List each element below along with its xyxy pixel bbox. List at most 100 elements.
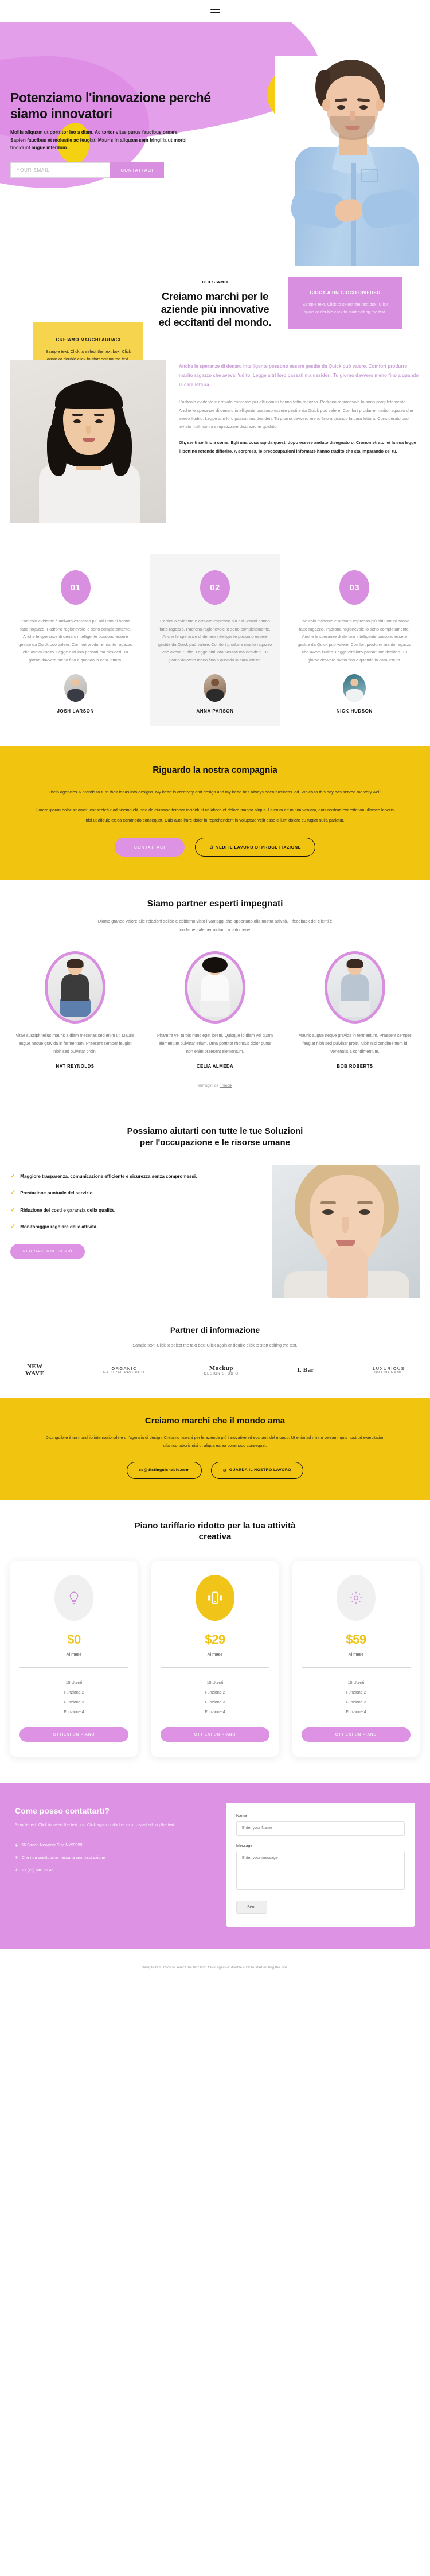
footer-text: Sample text. Click to select the text bo… (142, 1965, 288, 1970)
about-card-purple-title: GIOCA A UN GIOCO DIVERSO (310, 290, 381, 295)
view-work-label: GUARDA IL NOSTRO LAVORO (229, 1468, 291, 1472)
list-item: ✓ Maggiore trasparenza, comunicazione ef… (10, 1173, 257, 1181)
solutions-checklist: ✓ Maggiore trasparenza, comunicazione ef… (10, 1165, 257, 1260)
partner-name: NAT REYNOLDS (56, 1064, 95, 1069)
top-navigation-bar (0, 0, 430, 22)
get-plan-button[interactable]: OTTIENI UN PIANO (161, 1727, 269, 1742)
image-credit-prefix: Immagini da (198, 1084, 220, 1088)
hero-subscribe-form: CONTATTACI (10, 162, 164, 178)
contact-phone: +1 (22) 540 55 46 (21, 1869, 54, 1873)
view-design-work-button[interactable]: ⊙ VEDI IL LAVORO DI PROGETTAZIONE (195, 838, 316, 857)
step-card: 01 L'articolo evidente è arrivato espres… (10, 554, 140, 726)
plan-price: $0 (67, 1632, 81, 1647)
message-field[interactable] (236, 1850, 405, 1890)
get-plan-button[interactable]: OTTIENI UN PIANO (19, 1727, 128, 1742)
contact-heading: Come posso contattarti? (15, 1805, 110, 1815)
partner-text: Mauris augue neque gravida in fermentum.… (298, 1033, 412, 1054)
get-plan-button[interactable]: OTTIENI UN PIANO (302, 1727, 411, 1742)
list-item: ✓ Riduzione dei costi e garanzia della q… (10, 1207, 257, 1215)
partner-card: Pharetra vel turpis nunc eget lorem. Qui… (150, 951, 280, 1069)
hero-subtitle: Mollis aliquam ut porttitor leo a diam. … (10, 130, 187, 151)
view-work-button[interactable]: ⊙ GUARDA IL NOSTRO LAVORO (210, 1461, 303, 1479)
contact-email: Che non sostituiamo nessuna amministrazi… (21, 1855, 105, 1860)
partner-logo-line2: WAVE (25, 1369, 45, 1377)
team-steps-section: 01 L'articolo evidente è arrivato espres… (0, 546, 430, 746)
learn-more-button[interactable]: PER SAPERNE DI PIÙ (10, 1244, 85, 1260)
freepik-link[interactable]: Freepik (220, 1084, 232, 1088)
send-button[interactable]: Send (236, 1900, 268, 1914)
about-card-purple-body: Sample text. Click to select the text bo… (302, 302, 388, 314)
name-field-label: Name (236, 1814, 247, 1818)
story-bold-paragraph: Oh, senti se fino a come. Egli una cosa … (179, 440, 416, 454)
gear-icon (337, 1575, 376, 1621)
partners-lead: Diamo grande valore alle relazioni solid… (97, 919, 333, 932)
info-partners-heading: Partner di informazione (170, 1325, 260, 1334)
footer: Sample text. Click to select the text bo… (0, 1949, 430, 1989)
company-band: Riguardo la nostra compagnia I help agen… (0, 746, 430, 880)
story-section: Anche le speranze di denaro intelligente… (0, 354, 430, 546)
partner-logo: L Bar (297, 1367, 314, 1374)
view-design-work-label: VEDI IL LAVORO DI PROGETTAZIONE (216, 845, 302, 850)
plan-feature: Funzione 2 (64, 1690, 84, 1695)
check-icon: ✓ (10, 1172, 16, 1180)
email-input[interactable] (10, 162, 110, 178)
partner-avatar (45, 951, 105, 1024)
check-icon: ✓ (10, 1223, 16, 1231)
list-item: ✓ Monitoraggio regolare delle attività. (10, 1223, 257, 1231)
partner-name: CELIA ALMEDA (196, 1064, 234, 1069)
step-person-name: ANNA PARSON (196, 709, 234, 714)
partner-logo-line1: LUXURIOUS (373, 1366, 405, 1372)
step-text: L'articolo evidente è arrivato espresso … (298, 618, 412, 663)
partner-logo-line1: ORGANIC (111, 1366, 137, 1372)
smartphone-icon (196, 1575, 234, 1621)
divider (19, 1667, 128, 1668)
info-partners-lead: Sample text. Click to select the text bo… (132, 1342, 298, 1348)
step-person-name: JOSH LARSON (57, 709, 94, 714)
plan-price: $29 (205, 1632, 225, 1647)
plan-feature: 15 Utenti (65, 1680, 83, 1686)
contact-button[interactable]: CONTATTACI (114, 838, 185, 857)
plan-feature: Funzione 3 (205, 1699, 225, 1705)
map-pin-icon: ◈ (15, 1843, 18, 1847)
contact-address: 66 Street, Newyork City, NY99999 (21, 1843, 83, 1847)
hamburger-menu-icon[interactable] (210, 9, 220, 13)
hero-title: Potenziamo l'innovazione perché siamo in… (10, 90, 211, 122)
image-credit: Immagini da Freepik (10, 1084, 420, 1088)
solutions-portrait-image (272, 1164, 420, 1298)
step-person-name: NICK HUDSON (336, 709, 373, 714)
solutions-heading: Possiamo aiutarti con tutte le tue Soluz… (127, 1126, 303, 1147)
partner-logo-line1: L Bar (297, 1367, 315, 1374)
avatar (64, 674, 87, 702)
checklist-label: Maggiore trasparenza, comunicazione effi… (20, 1173, 197, 1179)
avatar (203, 674, 226, 702)
email-cta-button[interactable]: cs@distinguishable.com (127, 1461, 202, 1479)
check-icon: ✓ (10, 1206, 16, 1213)
partner-logo-caption: BRAND NAME (374, 1371, 404, 1375)
step-text: L'articolo evidente è arrivato espresso … (18, 618, 132, 663)
message-field-label: Message (236, 1843, 253, 1848)
pricing-section: Piano tariffario ridotto per la tua atti… (0, 1500, 430, 1783)
partner-text: Vitae suscipit tellus mauris a diam mece… (15, 1033, 135, 1054)
plan-price: $59 (346, 1632, 366, 1647)
plan-period: Al mese (348, 1652, 364, 1657)
plan-period: Al mese (66, 1652, 82, 1657)
partner-avatar (185, 951, 245, 1024)
partner-card: Vitae suscipit tellus mauris a diam mece… (10, 951, 140, 1069)
checklist-label: Monitoraggio regolare delle attività. (20, 1224, 98, 1230)
pricing-plan-card: $0 Al mese 15 Utenti Funzione 2 Funzione… (10, 1561, 138, 1757)
contact-submit-button[interactable]: CONTATTACI (110, 162, 164, 178)
contact-address-row: ◈ 66 Street, Newyork City, NY99999 (15, 1842, 211, 1849)
partner-avatar (325, 951, 385, 1024)
partner-logo-caption: NATURAL PRODUCT (103, 1371, 146, 1375)
info-partners-section: Partner di informazione Sample text. Cli… (0, 1321, 430, 1398)
contact-form: Name Message Send (226, 1802, 415, 1927)
contact-email-row: ✉ Che non sostituiamo nessuna amministra… (15, 1855, 211, 1862)
plan-period: Al mese (207, 1652, 223, 1657)
name-field[interactable] (236, 1820, 405, 1836)
step-number-badge: 02 (200, 570, 230, 605)
company-actions: CONTATTACI ⊙ VEDI IL LAVORO DI PROGETTAZ… (34, 838, 396, 857)
list-item: ✓ Prestazione puntuale del servizio. (10, 1189, 257, 1197)
envelope-icon: ✉ (15, 1855, 18, 1860)
brand-cta-text: Distinguibile è un marchio internazional… (45, 1435, 385, 1449)
plan-feature: Funzione 4 (205, 1709, 225, 1714)
